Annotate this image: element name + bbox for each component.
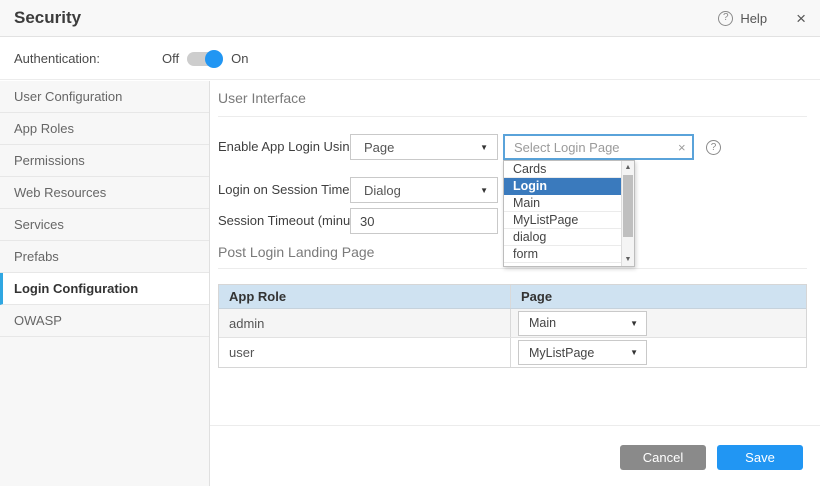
table-row: user MyListPage ▼ — [219, 338, 806, 367]
toggle-on-label: On — [231, 51, 248, 66]
authentication-bar: Authentication: Off On — [0, 38, 820, 80]
scrollbar-thumb[interactable] — [623, 175, 633, 237]
footer-divider — [210, 425, 820, 426]
help-link[interactable]: Help — [740, 11, 767, 26]
post-login-heading: Post Login Landing Page — [218, 244, 374, 260]
column-header-page: Page — [511, 285, 806, 308]
sidebar-item-services[interactable]: Services — [0, 209, 209, 241]
dropdown-option-dialog[interactable]: dialog — [504, 229, 621, 246]
sidebar-item-label: Permissions — [14, 153, 85, 168]
login-configuration-panel: User Interface Enable App Login Using: P… — [210, 81, 820, 486]
login-session-timeout-label: Login on Session Timeout: — [218, 177, 371, 203]
landing-page-select-admin[interactable]: Main ▼ — [518, 311, 647, 336]
field-help-icon[interactable]: ? — [706, 140, 721, 155]
table-row: admin Main ▼ — [219, 309, 806, 338]
sidebar-item-web-resources[interactable]: Web Resources — [0, 177, 209, 209]
sidebar-item-label: Web Resources — [14, 185, 106, 200]
sidebar-item-label: User Configuration — [14, 89, 122, 104]
enable-app-login-label: Enable App Login Using: — [218, 134, 360, 160]
cancel-button[interactable]: Cancel — [620, 445, 706, 470]
sidebar-item-label: Login Configuration — [14, 281, 138, 296]
table-header-row: App Role Page — [219, 285, 806, 309]
titlebar-actions: ? Help × — [718, 10, 806, 27]
section-divider — [218, 116, 807, 117]
scroll-up-icon[interactable]: ▲ — [622, 161, 634, 174]
app-role-cell: user — [219, 338, 511, 367]
select-value: MyListPage — [519, 346, 594, 360]
enable-app-login-select[interactable]: Page ▼ — [350, 134, 498, 160]
sidebar: User Configuration App Roles Permissions… — [0, 81, 210, 486]
chevron-down-icon: ▼ — [480, 143, 497, 152]
column-header-app-role: App Role — [219, 285, 511, 308]
authentication-label: Authentication: — [14, 51, 100, 66]
dropdown-option-form[interactable]: form — [504, 246, 621, 263]
authentication-toggle[interactable] — [187, 50, 223, 68]
dropdown-option-main[interactable]: Main — [504, 195, 621, 212]
sidebar-item-user-configuration[interactable]: User Configuration — [0, 81, 209, 113]
help-icon[interactable]: ? — [718, 11, 733, 26]
page-cell: MyListPage ▼ — [511, 338, 806, 367]
dropdown-option-cards[interactable]: Cards — [504, 161, 621, 178]
sidebar-item-label: Services — [14, 217, 64, 232]
sidebar-item-permissions[interactable]: Permissions — [0, 145, 209, 177]
sidebar-item-label: Prefabs — [14, 249, 59, 264]
security-settings-window: Security ? Help × Authentication: Off On… — [0, 0, 820, 486]
select-value: Dialog — [351, 183, 401, 198]
save-button[interactable]: Save — [717, 445, 803, 470]
sidebar-item-owasp[interactable]: OWASP — [0, 305, 209, 337]
chevron-down-icon: ▼ — [480, 186, 497, 195]
app-role-cell: admin — [219, 309, 511, 337]
login-page-dropdown: Cards Login Main MyListPage dialog form … — [503, 160, 635, 267]
dropdown-option-login[interactable]: Login — [504, 178, 621, 195]
dropdown-option-mylistpage[interactable]: MyListPage — [504, 212, 621, 229]
dropdown-scrollbar[interactable]: ▲ ▼ — [621, 161, 634, 266]
user-interface-heading: User Interface — [218, 90, 306, 106]
sidebar-item-label: OWASP — [14, 313, 62, 328]
page-cell: Main ▼ — [511, 309, 806, 337]
session-timeout-minutes-input[interactable] — [350, 208, 498, 234]
post-login-landing-table: App Role Page admin Main ▼ user MyListPa… — [218, 284, 807, 368]
page-title: Security — [14, 8, 81, 28]
sidebar-item-app-roles[interactable]: App Roles — [0, 113, 209, 145]
clear-icon[interactable]: × — [678, 141, 686, 154]
chevron-down-icon: ▼ — [630, 319, 646, 328]
landing-page-select-user[interactable]: MyListPage ▼ — [518, 340, 647, 365]
sidebar-item-login-configuration[interactable]: Login Configuration — [0, 273, 209, 305]
toggle-off-label: Off — [162, 51, 179, 66]
login-page-option-list: Cards Login Main MyListPage dialog form — [504, 161, 621, 266]
select-value: Page — [351, 140, 394, 155]
chevron-down-icon: ▼ — [630, 348, 646, 357]
select-value: Main — [519, 316, 556, 330]
sidebar-item-label: App Roles — [14, 121, 74, 136]
scroll-down-icon[interactable]: ▼ — [622, 253, 634, 266]
toggle-knob — [205, 50, 223, 68]
close-icon[interactable]: × — [796, 10, 806, 27]
title-bar: Security ? Help × — [0, 0, 820, 37]
sidebar-item-prefabs[interactable]: Prefabs — [0, 241, 209, 273]
login-session-timeout-select[interactable]: Dialog ▼ — [350, 177, 498, 203]
section-divider — [218, 268, 807, 269]
select-login-page-input[interactable] — [503, 134, 694, 160]
